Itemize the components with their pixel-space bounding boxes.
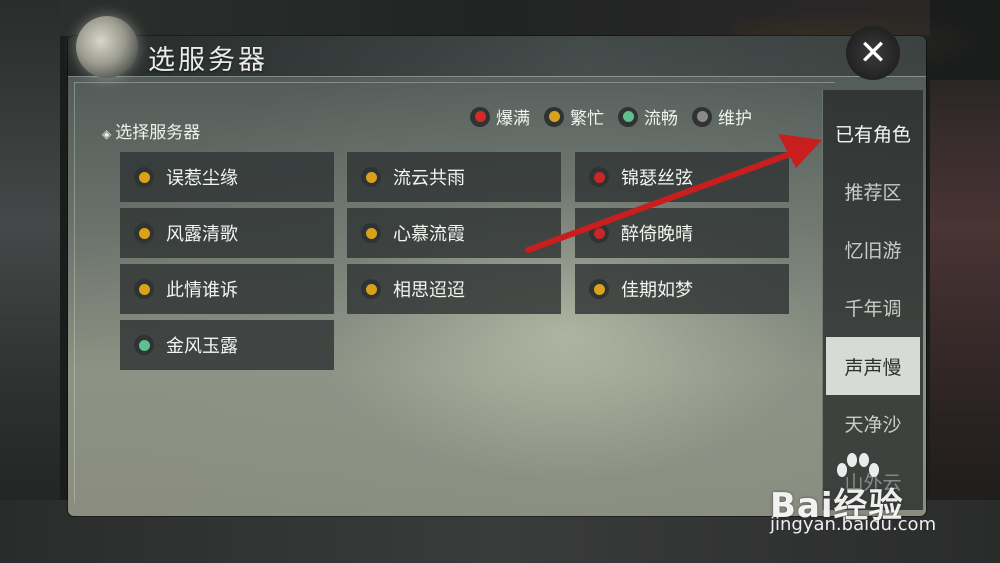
server-group-tabs: 已有角色 推荐区 忆旧游 千年调 声声慢 天净沙 山外云 — [822, 90, 923, 510]
tab-shengshengman[interactable]: 声声慢 — [826, 337, 920, 395]
status-dot-icon — [470, 106, 490, 127]
page-title: 选服务器 — [148, 45, 268, 76]
legend-label: 繁忙 — [570, 109, 604, 129]
close-button[interactable]: ✕ — [846, 26, 900, 80]
server-name: 心慕流霞 — [393, 224, 465, 245]
server-button[interactable]: 醉倚晚晴 — [575, 208, 789, 258]
tab-existing-roles[interactable]: 已有角色 — [823, 104, 923, 162]
watermark-url: jingyan.baidu.com — [770, 514, 937, 535]
status-dot-icon — [361, 167, 381, 187]
status-dot-icon — [589, 223, 609, 243]
legend-item-full: 爆满 — [470, 104, 530, 129]
section-label: ◈ 选择服务器 — [102, 123, 201, 143]
server-button[interactable]: 相思迢迢 — [347, 264, 561, 314]
status-dot-icon — [361, 279, 381, 299]
status-dot-icon — [134, 279, 154, 299]
server-button[interactable]: 锦瑟丝弦 — [575, 152, 789, 202]
status-legend: 爆满 繁忙 流畅 维护 — [470, 104, 752, 129]
server-name: 佳期如梦 — [621, 280, 693, 301]
legend-label: 维护 — [718, 109, 752, 129]
server-name: 误惹尘缘 — [166, 168, 238, 189]
server-name: 流云共雨 — [393, 168, 465, 189]
legend-item-smooth: 流畅 — [618, 104, 678, 129]
status-dot-icon — [134, 167, 154, 187]
moon-emblem — [76, 16, 138, 78]
tab-qiannian[interactable]: 千年调 — [823, 278, 923, 336]
server-name: 相思迢迢 — [393, 280, 465, 301]
server-button[interactable]: 金风玉露 — [120, 320, 334, 370]
server-button[interactable]: 流云共雨 — [347, 152, 561, 202]
server-name: 醉倚晚晴 — [621, 224, 693, 245]
status-dot-icon — [589, 279, 609, 299]
baidu-watermark: Bai经验 jingyan.baidu.com — [770, 453, 995, 558]
server-button[interactable]: 心慕流霞 — [347, 208, 561, 258]
tab-recommended[interactable]: 推荐区 — [823, 162, 923, 220]
status-dot-icon — [544, 106, 564, 127]
server-name: 金风玉露 — [166, 336, 238, 357]
tab-yijiuyou[interactable]: 忆旧游 — [823, 220, 923, 278]
server-name: 此情谁诉 — [166, 280, 238, 301]
status-dot-icon — [589, 167, 609, 187]
server-button[interactable]: 此情谁诉 — [120, 264, 334, 314]
status-dot-icon — [134, 335, 154, 355]
diamond-icon: ◈ — [102, 127, 112, 141]
close-icon: ✕ — [858, 33, 888, 73]
legend-label: 爆满 — [496, 109, 530, 129]
server-button[interactable]: 风露清歌 — [120, 208, 334, 258]
server-name: 锦瑟丝弦 — [621, 168, 693, 189]
server-button[interactable]: 误惹尘缘 — [120, 152, 334, 202]
status-dot-icon — [361, 223, 381, 243]
tab-tianjingsha[interactable]: 天净沙 — [823, 394, 923, 452]
status-dot-icon — [692, 106, 712, 127]
status-dot-icon — [618, 106, 638, 127]
legend-label: 流畅 — [644, 109, 678, 129]
server-name: 风露清歌 — [166, 224, 238, 245]
status-dot-icon — [134, 223, 154, 243]
server-button[interactable]: 佳期如梦 — [575, 264, 789, 314]
legend-item-maintenance: 维护 — [692, 104, 752, 129]
legend-item-busy: 繁忙 — [544, 104, 604, 129]
